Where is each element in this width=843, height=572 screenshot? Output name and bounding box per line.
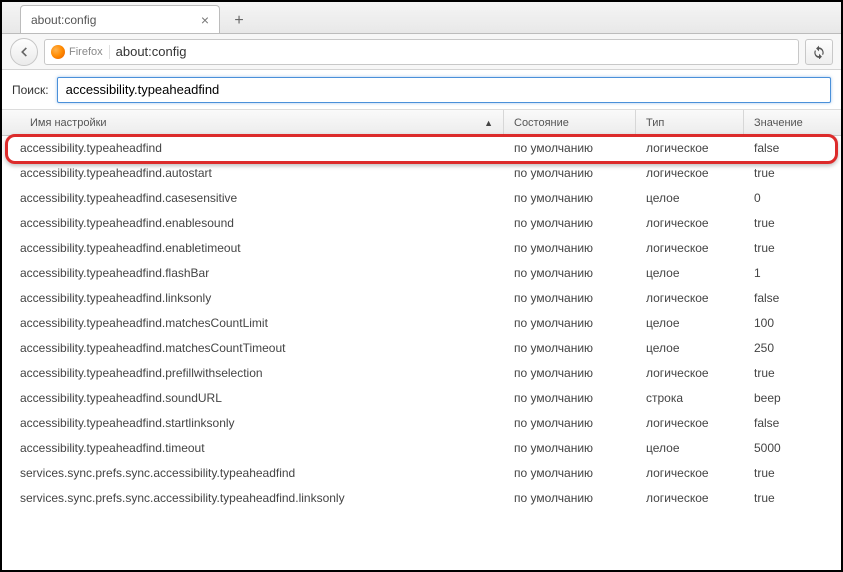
table-row[interactable]: accessibility.typeaheadfind.enablesound … (2, 211, 841, 236)
table-row[interactable]: accessibility.typeaheadfind.soundURL по … (2, 386, 841, 411)
column-header-row: Имя настройки ▲ Состояние Тип Значение (2, 110, 841, 136)
table-row[interactable]: accessibility.typeaheadfind по умолчанию… (2, 136, 841, 161)
firefox-icon (51, 45, 65, 59)
table-row[interactable]: accessibility.typeaheadfind.flashBar по … (2, 261, 841, 286)
column-value[interactable]: Значение (744, 110, 841, 135)
url-bar[interactable]: Firefox about:config (44, 39, 799, 65)
toolbar: Firefox about:config (2, 34, 841, 70)
table-row[interactable]: accessibility.typeaheadfind.linksonly по… (2, 286, 841, 311)
table-row[interactable]: accessibility.typeaheadfind.startlinkson… (2, 411, 841, 436)
sort-asc-icon: ▲ (484, 118, 493, 128)
table-row[interactable]: accessibility.typeaheadfind.matchesCount… (2, 336, 841, 361)
close-icon[interactable]: × (201, 13, 209, 27)
identity-label: Firefox (69, 46, 103, 58)
column-name[interactable]: Имя настройки ▲ (2, 110, 504, 135)
table-row[interactable]: accessibility.typeaheadfind.matchesCount… (2, 311, 841, 336)
new-tab-button[interactable]: + (226, 9, 252, 33)
column-state[interactable]: Состояние (504, 110, 636, 135)
identity-box[interactable]: Firefox (51, 45, 110, 59)
table-row[interactable]: accessibility.typeaheadfind.prefillwiths… (2, 361, 841, 386)
table-row[interactable]: accessibility.typeaheadfind.timeout по у… (2, 436, 841, 461)
reload-button[interactable] (805, 39, 833, 65)
table-row[interactable]: services.sync.prefs.sync.accessibility.t… (2, 461, 841, 486)
search-input[interactable] (57, 77, 831, 103)
tab-title: about:config (31, 13, 96, 27)
back-arrow-icon (17, 45, 31, 59)
table-row[interactable]: accessibility.typeaheadfind.autostart по… (2, 161, 841, 186)
browser-tab[interactable]: about:config × (20, 5, 220, 33)
search-bar: Поиск: (2, 70, 841, 110)
column-type[interactable]: Тип (636, 110, 744, 135)
search-label: Поиск: (12, 83, 49, 97)
pref-table: accessibility.typeaheadfind по умолчанию… (2, 136, 841, 511)
url-text: about:config (116, 44, 187, 59)
table-row[interactable]: accessibility.typeaheadfind.casesensitiv… (2, 186, 841, 211)
tab-strip: about:config × + (2, 2, 841, 34)
table-row[interactable]: accessibility.typeaheadfind.enabletimeou… (2, 236, 841, 261)
back-button[interactable] (10, 38, 38, 66)
reload-icon (812, 45, 826, 59)
table-row[interactable]: services.sync.prefs.sync.accessibility.t… (2, 486, 841, 511)
